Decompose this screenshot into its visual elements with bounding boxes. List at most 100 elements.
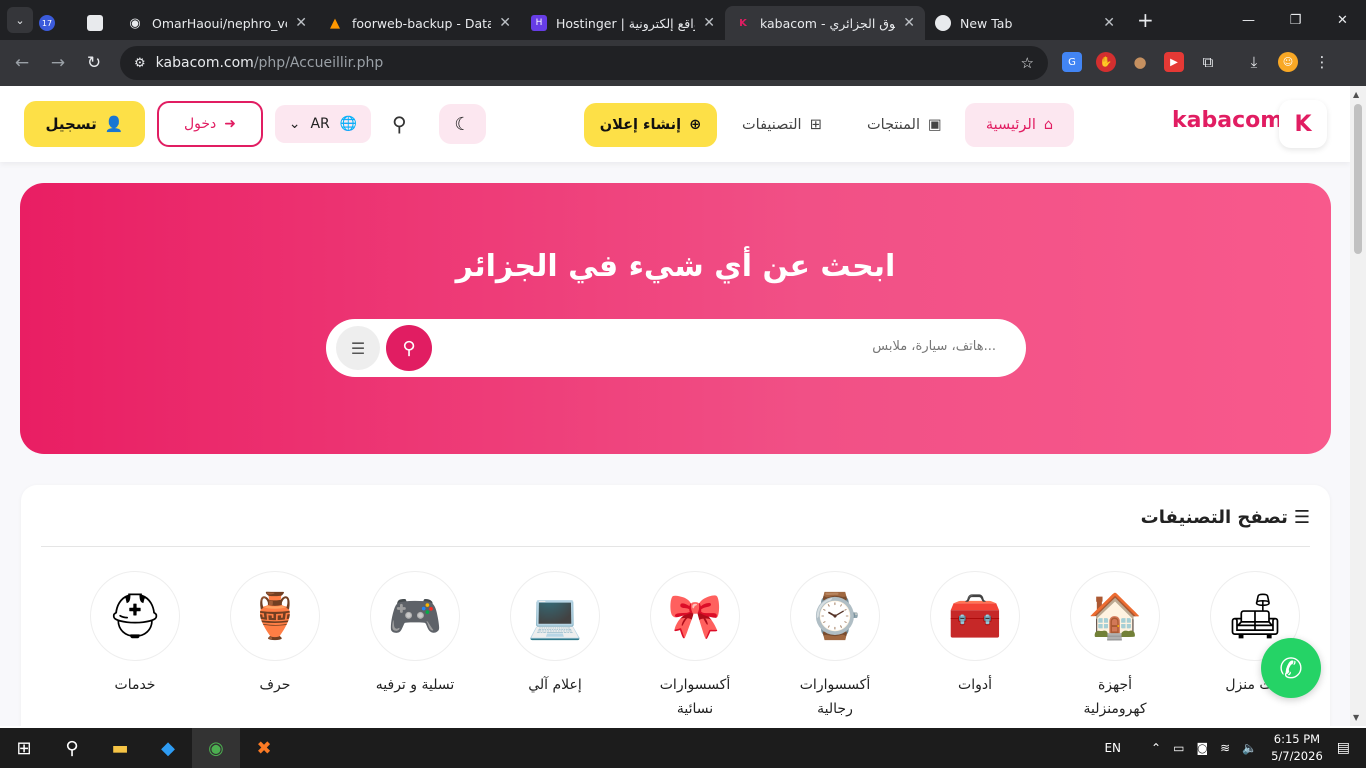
scrollbar-thumb[interactable] (1354, 104, 1362, 254)
category-services[interactable]: ⛑ خدمات (65, 571, 205, 697)
category-mens-accessories[interactable]: ⌚ أكسسوارات رجالية (765, 571, 905, 721)
battery-icon[interactable]: ▭ (1173, 741, 1184, 755)
plus-circle-icon: ⊕ (689, 117, 702, 133)
whatsapp-button[interactable]: ✆ (1261, 638, 1321, 698)
tab-firebase[interactable]: ▲ foorweb-backup - Databa ✕ (317, 6, 521, 40)
hostinger-icon: H (531, 15, 547, 31)
category-label: أدوات (958, 677, 992, 693)
category-tools[interactable]: 🧰 أدوات (905, 571, 1045, 697)
file-explorer-icon[interactable]: ▬ (96, 728, 144, 768)
post-ad-button[interactable]: إنشاء إعلان ⊕ (584, 103, 717, 147)
maximize-icon[interactable]: ❐ (1272, 0, 1319, 40)
filter-button[interactable]: ☰ (336, 326, 380, 370)
cookie-icon[interactable]: ● (1130, 52, 1150, 72)
video-ext-icon[interactable]: ▶ (1164, 52, 1184, 72)
clock[interactable]: 6:15 PM 5/7/2026 (1271, 731, 1323, 765)
tab-search-button[interactable]: ⌄ (7, 7, 33, 33)
new-tab-button[interactable]: + (1137, 8, 1154, 32)
search-icon[interactable]: ⚲ (48, 728, 96, 768)
xampp-icon[interactable]: ✖ (240, 728, 288, 768)
appliances-icon: 🏠 (1070, 571, 1160, 661)
close-icon[interactable]: ✕ (1103, 15, 1115, 31)
chevron-up-icon[interactable]: ⌃ (1151, 741, 1161, 755)
search-input[interactable]: هاتف، سيارة، ملابس... (872, 339, 996, 354)
notification-badge-icon: 17 (39, 15, 55, 31)
input-language[interactable]: EN (1104, 741, 1121, 755)
hero-banner: ابحث عن أي شيء في الجزائر هاتف، سيارة، م… (20, 183, 1331, 454)
nav-categories-label: التصنيفات (742, 117, 802, 133)
moon-icon: ☾ (454, 113, 471, 135)
bookmark-star-icon[interactable]: ☆ (1021, 54, 1034, 72)
tab-new[interactable]: New Tab ✕ (925, 6, 1125, 40)
register-button[interactable]: تسجيل 👤 (24, 101, 145, 147)
category-label: تسلية و ترفيه (375, 677, 455, 693)
reload-icon[interactable]: ↻ (76, 53, 112, 73)
search-icon[interactable]: ⚲ (392, 112, 407, 136)
tab-pinned-1[interactable]: 17 (33, 6, 81, 40)
extensions-puzzle-icon[interactable]: ⧉ (1198, 52, 1218, 72)
chevron-down-icon: ⌄ (288, 116, 301, 132)
url-path: /php/Accueillir.php (253, 55, 384, 71)
nav-categories[interactable]: التصنيفات ⊞ (742, 103, 822, 147)
menu-kebab-icon[interactable]: ⋮ (1312, 52, 1332, 72)
tab-hostinger[interactable]: H Hostinger | مواقع إلكترونية ✕ (521, 6, 725, 40)
category-crafts[interactable]: 🏺 حرف (205, 571, 345, 697)
download-icon[interactable]: ⤓ (1244, 52, 1264, 72)
tab-kabacom[interactable]: K kabacom - السوق الجزائري ✕ (725, 6, 925, 40)
chrome-taskbar-icon[interactable]: ◉ (192, 728, 240, 768)
list-icon: ☰ (1293, 507, 1310, 528)
clock-date: 5/7/2026 (1271, 749, 1323, 763)
login-button[interactable]: دخول ➜ (157, 101, 263, 147)
wifi-icon[interactable]: ≋ (1220, 741, 1230, 755)
vscode-icon[interactable]: ◆ (144, 728, 192, 768)
tab-github[interactable]: ◉ OmarHaoui/nephro_vet ✕ (117, 6, 317, 40)
close-icon[interactable]: ✕ (903, 15, 915, 31)
tab-title: foorweb-backup - Databa (352, 15, 492, 31)
site-info-icon[interactable]: ⚙ (134, 56, 146, 71)
search-icon: ⚲ (402, 337, 416, 359)
nav-home[interactable]: الرئيسية ⌂ (965, 103, 1074, 147)
whatsapp-icon: ✆ (1279, 651, 1303, 685)
close-icon[interactable]: ✕ (499, 15, 511, 31)
divider (41, 546, 1310, 547)
windows-start-icon[interactable]: ⊞ (0, 728, 48, 768)
brand-name[interactable]: kabacom (1172, 108, 1283, 133)
category-label: حرف (259, 677, 291, 693)
grid-icon: ⊞ (809, 117, 822, 133)
category-label: إعلام آلي (528, 677, 582, 693)
scroll-up-icon[interactable]: ▲ (1353, 90, 1359, 99)
address-bar[interactable]: ⚙ kabacom.com /php/Accueillir.php ☆ (120, 46, 1048, 80)
url-host: kabacom.com (155, 55, 254, 71)
close-window-icon[interactable]: ✕ (1319, 0, 1366, 40)
close-icon[interactable]: ✕ (703, 15, 715, 31)
tab-pinned-2[interactable] (81, 6, 117, 40)
browser-toolbar: ← → ↻ ⚙ kabacom.com /php/Accueillir.php … (0, 40, 1366, 86)
category-womens-accessories[interactable]: 🎀 أكسسوارات نسائية (625, 571, 765, 721)
blank-page-icon (87, 15, 103, 31)
forward-icon[interactable]: → (40, 53, 76, 73)
dark-mode-toggle[interactable]: ☾ (439, 104, 486, 144)
close-icon[interactable]: ✕ (295, 15, 307, 31)
womens-accessories-icon: 🎀 (650, 571, 740, 661)
profile-avatar-icon[interactable]: ☺ (1278, 52, 1298, 72)
site-logo[interactable]: K (1279, 100, 1327, 148)
camera-icon[interactable]: ◙ (1196, 741, 1208, 755)
post-ad-label: إنشاء إعلان (599, 117, 682, 133)
adblock-icon[interactable]: ✋ (1096, 52, 1116, 72)
back-icon[interactable]: ← (4, 53, 40, 73)
category-entertainment[interactable]: 🎮 تسلية و ترفيه (345, 571, 485, 697)
page-scrollbar[interactable]: ▲ ▼ (1350, 86, 1366, 726)
minimize-icon[interactable]: — (1225, 0, 1272, 40)
language-selector[interactable]: ⌄ AR 🌐 (275, 105, 371, 143)
notifications-icon[interactable]: ▤ (1337, 740, 1350, 756)
translate-icon[interactable]: G (1062, 52, 1082, 72)
login-label: دخول (183, 116, 217, 132)
search-submit-button[interactable]: ⚲ (386, 325, 432, 371)
user-plus-icon: 👤 (104, 115, 124, 133)
scroll-down-icon[interactable]: ▼ (1353, 713, 1359, 722)
categories-title: تصفح التصنيفات (1140, 507, 1288, 528)
nav-products[interactable]: المنتجات ▣ (867, 103, 942, 147)
category-computers[interactable]: 💻 إعلام آلي (485, 571, 625, 697)
category-appliances[interactable]: 🏠 أجهزة كهرومنزلية (1045, 571, 1185, 721)
volume-icon[interactable]: 🔈 (1242, 741, 1257, 755)
